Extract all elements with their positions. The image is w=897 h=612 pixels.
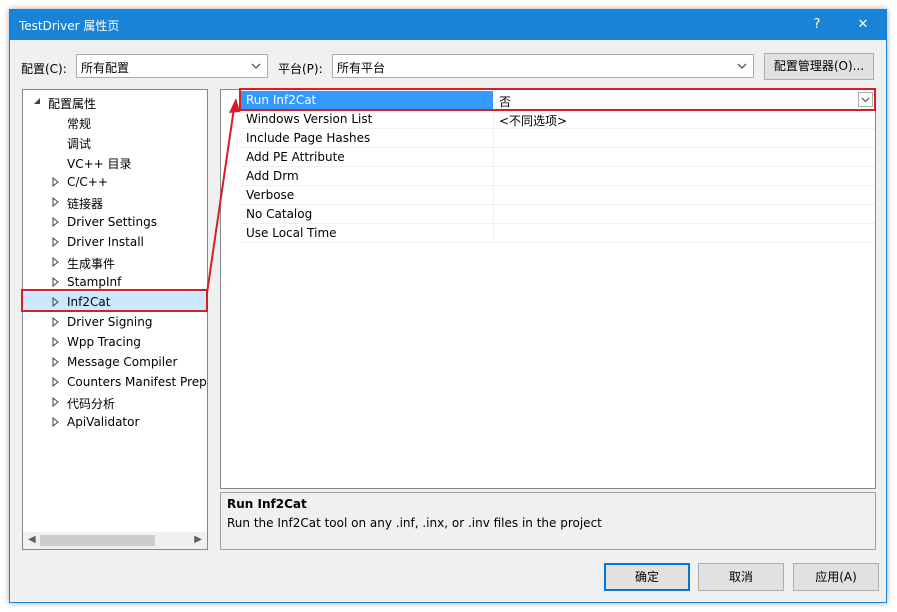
expand-icon[interactable] xyxy=(52,237,60,247)
column-divider xyxy=(493,129,494,148)
window-title: TestDriver 属性页 xyxy=(19,19,120,33)
annotation-box-property xyxy=(239,88,876,111)
apply-button[interactable]: 应用(A) xyxy=(793,563,879,591)
help-button[interactable]: ? xyxy=(794,10,840,40)
platform-select[interactable]: 所有平台 xyxy=(332,54,754,78)
tree-item-label: 链接器 xyxy=(67,197,104,211)
tree-item-label: 常规 xyxy=(67,117,92,131)
property-name: No Catalog xyxy=(246,207,313,221)
tree-item[interactable]: Driver Settings xyxy=(23,212,207,232)
tree-horizontal-scrollbar[interactable]: ◀ ▶ xyxy=(23,532,207,549)
tree-item[interactable]: VC++ 目录 xyxy=(23,152,207,172)
tree-item[interactable]: Counters Manifest Preprocessor xyxy=(23,372,207,392)
property-row[interactable]: Windows Version List <不同选项> xyxy=(241,110,875,129)
tree-item-label: Message Compiler xyxy=(67,355,178,369)
property-name: Use Local Time xyxy=(246,226,337,240)
expand-icon[interactable] xyxy=(52,377,60,387)
property-row[interactable]: Verbose xyxy=(241,186,875,205)
tree-item-label: 调试 xyxy=(67,137,92,151)
platform-label: 平台(P): xyxy=(278,62,323,76)
column-divider xyxy=(493,110,494,129)
config-select[interactable]: 所有配置 xyxy=(76,54,268,78)
tree-root-label: 配置属性 xyxy=(48,97,97,111)
tree-item[interactable]: C/C++ xyxy=(23,172,207,192)
ok-button[interactable]: 确定 xyxy=(604,563,690,591)
property-name: Windows Version List xyxy=(246,112,373,126)
collapse-icon[interactable] xyxy=(33,97,41,107)
property-name: Add PE Attribute xyxy=(246,150,345,164)
column-divider xyxy=(493,205,494,224)
column-divider xyxy=(493,224,494,243)
tree-item-label: ApiValidator xyxy=(67,415,140,429)
title-bar: TestDriver 属性页 ? ✕ xyxy=(10,10,886,40)
description-title: Run Inf2Cat xyxy=(227,497,307,511)
chevron-down-icon xyxy=(737,63,747,69)
tree-item[interactable]: Wpp Tracing xyxy=(23,332,207,352)
tree-item-label: Driver Signing xyxy=(67,315,153,329)
expand-icon[interactable] xyxy=(52,257,60,267)
expand-icon[interactable] xyxy=(52,277,60,287)
scroll-right-icon[interactable]: ▶ xyxy=(194,534,202,545)
tree-item[interactable]: 链接器 xyxy=(23,192,207,212)
property-row[interactable]: Use Local Time xyxy=(241,224,875,243)
expand-icon[interactable] xyxy=(52,317,60,327)
property-name: Add Drm xyxy=(246,169,299,183)
expand-icon[interactable] xyxy=(52,217,60,227)
tree-item-label: Counters Manifest Preprocessor xyxy=(67,375,207,389)
column-divider xyxy=(493,186,494,205)
tree-item[interactable]: 生成事件 xyxy=(23,252,207,272)
expand-icon[interactable] xyxy=(52,357,60,367)
property-grid[interactable]: Run Inf2Cat 否 Windows Version List <不同选项> In… xyxy=(220,89,876,489)
expand-icon[interactable] xyxy=(52,337,60,347)
tree-item-label: Driver Settings xyxy=(67,215,157,229)
tree-item[interactable]: 代码分析 xyxy=(23,392,207,412)
column-divider xyxy=(493,148,494,167)
tree-item-label: C/C++ xyxy=(67,175,108,189)
cancel-button[interactable]: 取消 xyxy=(698,563,784,591)
tree-root[interactable]: 配置属性 xyxy=(23,92,207,112)
close-button[interactable]: ✕ xyxy=(840,10,886,40)
scrollbar-thumb[interactable] xyxy=(40,535,155,546)
property-name: Verbose xyxy=(246,188,295,202)
tree-item[interactable]: Message Compiler xyxy=(23,352,207,372)
column-divider xyxy=(493,167,494,186)
tree-item[interactable]: 调试 xyxy=(23,132,207,152)
config-label: 配置(C): xyxy=(21,62,67,76)
config-manager-button[interactable]: 配置管理器(O)... xyxy=(764,53,874,80)
chevron-down-icon xyxy=(251,63,261,69)
expand-icon[interactable] xyxy=(52,177,60,187)
description-text: Run the Inf2Cat tool on any .inf, .inx, … xyxy=(227,516,602,530)
tree-item-label: VC++ 目录 xyxy=(67,157,132,171)
property-row[interactable]: No Catalog xyxy=(241,205,875,224)
description-panel: Run Inf2Cat Run the Inf2Cat tool on any … xyxy=(220,492,876,550)
tree-item[interactable]: 常规 xyxy=(23,112,207,132)
property-name: Include Page Hashes xyxy=(246,131,371,145)
annotation-box-tree xyxy=(21,289,208,312)
config-value: 所有配置 xyxy=(81,61,130,75)
tree-item-label: Wpp Tracing xyxy=(67,335,141,349)
tree-item-label: StampInf xyxy=(67,275,122,289)
tree-item-label: 代码分析 xyxy=(67,397,116,411)
expand-icon[interactable] xyxy=(52,417,60,427)
tree-item-label: Driver Install xyxy=(67,235,144,249)
tree-item-label: 生成事件 xyxy=(67,257,116,271)
config-tree[interactable]: 配置属性 常规调试 VC++ 目录 C/C++ 链接器 Driver Settings D… xyxy=(22,89,208,550)
platform-value: 所有平台 xyxy=(337,61,386,75)
property-row[interactable]: Add Drm xyxy=(241,167,875,186)
tree-item[interactable]: Driver Signing xyxy=(23,312,207,332)
expand-icon[interactable] xyxy=(52,397,60,407)
tree-item[interactable]: Driver Install xyxy=(23,232,207,252)
property-row[interactable]: Include Page Hashes xyxy=(241,129,875,148)
tree-item[interactable]: ApiValidator xyxy=(23,412,207,432)
property-value: <不同选项> xyxy=(499,114,568,128)
property-row[interactable]: Add PE Attribute xyxy=(241,148,875,167)
scroll-left-icon[interactable]: ◀ xyxy=(28,534,36,545)
expand-icon[interactable] xyxy=(52,197,60,207)
